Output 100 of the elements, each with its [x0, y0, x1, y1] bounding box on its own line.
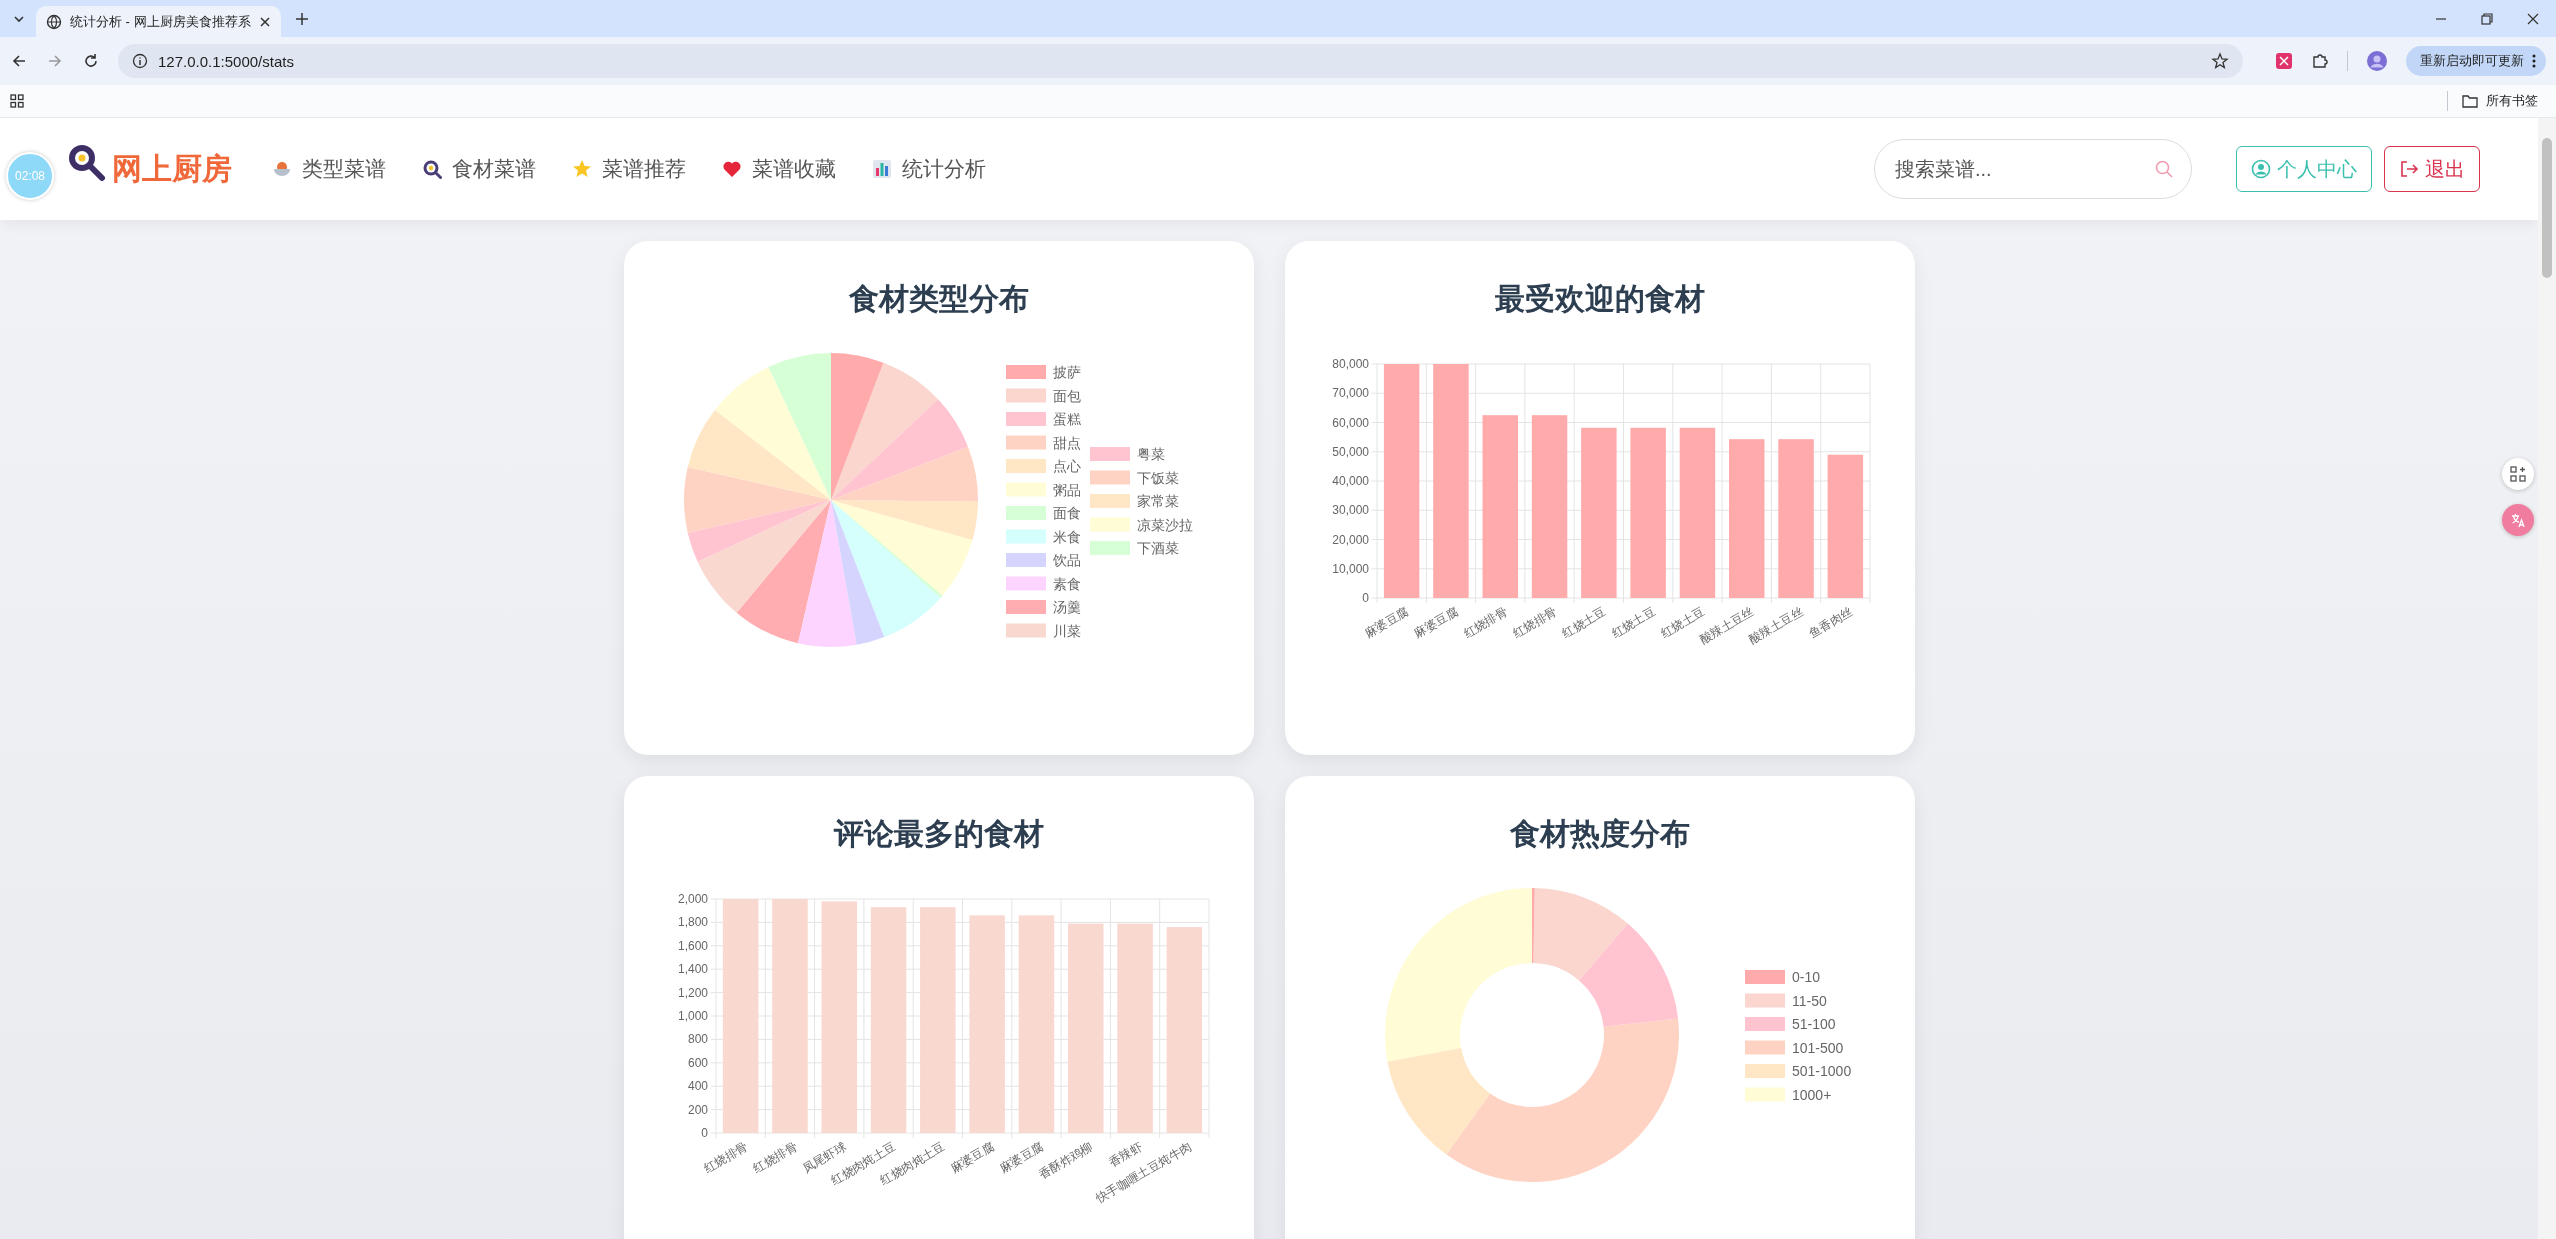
chart-slice[interactable] [736, 500, 831, 644]
star-icon[interactable] [2211, 52, 2229, 70]
legend-label[interactable]: 粤菜 [1136, 446, 1165, 462]
all-bookmarks-button[interactable]: 所有书签 [2462, 92, 2538, 110]
legend-label[interactable]: 面食 [1052, 505, 1081, 521]
legend-label[interactable]: 51-100 [1791, 1016, 1836, 1032]
chart-slice[interactable] [687, 500, 831, 562]
nav-link[interactable]: 菜谱收藏 [722, 155, 836, 183]
search-field[interactable]: 搜索菜谱... [1874, 139, 2192, 199]
legend-label[interactable]: 11-50 [1791, 992, 1827, 1009]
restore-icon[interactable] [2480, 12, 2494, 26]
puzzle-icon[interactable] [2311, 52, 2329, 70]
chart-slice[interactable] [830, 353, 883, 500]
bar[interactable] [1728, 439, 1764, 598]
bar[interactable] [1777, 439, 1814, 598]
browser-tab[interactable]: 统计分析 - 网上厨房美食推荐系 [36, 6, 281, 37]
bar[interactable] [1827, 454, 1863, 598]
bar[interactable] [870, 907, 906, 1133]
legend-label[interactable]: 素食 [1052, 575, 1081, 592]
legend-label[interactable]: 米食 [1052, 528, 1081, 545]
legend-label[interactable]: 1000+ [1791, 1086, 1831, 1103]
nav-link[interactable]: 类型菜谱 [272, 155, 386, 183]
scrollbar[interactable] [2538, 118, 2556, 1239]
bar[interactable] [1531, 415, 1567, 598]
avatar-icon[interactable] [2366, 50, 2388, 72]
axis-tick-label: 200 [687, 1102, 708, 1117]
chart-slice[interactable] [683, 467, 831, 533]
search-icon[interactable] [2154, 159, 2174, 179]
bar[interactable] [821, 901, 857, 1133]
chart-slice[interactable] [767, 353, 831, 500]
chart-slice[interactable] [1386, 1048, 1490, 1155]
close-icon[interactable] [2526, 12, 2540, 26]
update-button[interactable]: 重新启动即可更新 [2406, 46, 2546, 76]
legend-label[interactable]: 点心 [1052, 458, 1081, 474]
bar[interactable] [1629, 427, 1666, 598]
bar[interactable] [919, 907, 956, 1133]
chart-slice[interactable] [830, 362, 938, 500]
bar[interactable] [1482, 415, 1518, 598]
legend-label[interactable]: 饮品 [1052, 552, 1081, 568]
bar[interactable] [1116, 923, 1153, 1133]
bar[interactable] [1383, 364, 1419, 598]
chart-slice[interactable] [1445, 1018, 1679, 1182]
extension-icon[interactable] [2275, 52, 2293, 70]
legend-label[interactable]: 面包 [1052, 387, 1081, 404]
chart-slice[interactable] [830, 500, 884, 645]
legend-label[interactable]: 下酒菜 [1136, 540, 1179, 556]
bar[interactable] [1432, 364, 1469, 598]
legend-label[interactable]: 0-10 [1791, 969, 1820, 985]
legend-label[interactable]: 汤羹 [1052, 599, 1081, 615]
chart-title: 最受欢迎的食材 [1493, 281, 1706, 317]
bar[interactable] [1018, 915, 1054, 1133]
frying-pan-icon [422, 159, 442, 179]
chart-slice[interactable] [830, 500, 978, 541]
translate-icon[interactable] [2502, 504, 2534, 536]
legend-label[interactable]: 甜点 [1052, 434, 1081, 451]
legend-label[interactable]: 501-1000 [1791, 1063, 1851, 1079]
bar[interactable] [1679, 427, 1715, 598]
axis-category-label: 麻婆豆腐 [1362, 604, 1411, 641]
bar[interactable] [771, 899, 808, 1133]
info-icon[interactable] [132, 53, 148, 69]
chart-slice[interactable] [830, 500, 972, 596]
chart-slice[interactable] [1384, 888, 1532, 1062]
frying-pan-icon [66, 142, 106, 182]
bar[interactable] [1067, 923, 1103, 1133]
bar[interactable] [722, 899, 758, 1133]
legend-label[interactable]: 101-500 [1791, 1039, 1843, 1056]
nav-link[interactable]: 食材菜谱 [422, 155, 536, 183]
nav-link[interactable]: 菜谱推荐 [572, 155, 686, 183]
chart-slice[interactable] [830, 500, 941, 637]
close-icon[interactable] [258, 15, 271, 28]
chart-slice[interactable] [1531, 888, 1535, 963]
chart-slice[interactable] [1532, 888, 1628, 981]
chart-slice[interactable] [830, 399, 968, 500]
chart-slice[interactable] [797, 500, 857, 647]
bar[interactable] [1580, 427, 1617, 598]
logout-button[interactable]: 退出 [2384, 146, 2480, 192]
chart-slice[interactable] [697, 500, 831, 613]
legend-label[interactable]: 川菜 [1052, 622, 1081, 639]
apps-icon[interactable] [10, 94, 24, 108]
chart-slice[interactable] [687, 409, 831, 500]
legend-label[interactable]: 家常菜 [1136, 493, 1179, 509]
legend-label[interactable]: 蛋糕 [1052, 411, 1081, 427]
bar[interactable] [1166, 927, 1202, 1133]
legend-label[interactable]: 粥品 [1052, 481, 1081, 498]
chart-slice[interactable] [1578, 923, 1678, 1027]
axis-tick-label: 1,800 [677, 915, 708, 930]
chart-slice[interactable] [830, 446, 978, 502]
nav-link[interactable]: 统计分析 [872, 155, 986, 183]
axis-category-label: 麻婆豆腐 [947, 1139, 997, 1176]
more-icon [2532, 54, 2536, 68]
legend-label[interactable]: 披萨 [1052, 364, 1081, 380]
apps-add-icon[interactable] [2502, 458, 2534, 490]
new-tab-icon[interactable] [294, 12, 309, 26]
bar[interactable] [968, 915, 1005, 1133]
address-bar[interactable]: 127.0.0.1:5000/stats [118, 44, 2243, 78]
reload-icon[interactable] [82, 52, 100, 70]
legend-label[interactable]: 凉菜沙拉 [1136, 516, 1193, 533]
axis-tick-label: 50,000 [1331, 444, 1369, 459]
legend-label[interactable]: 下饭菜 [1136, 469, 1179, 486]
chart-slice[interactable] [714, 367, 831, 500]
